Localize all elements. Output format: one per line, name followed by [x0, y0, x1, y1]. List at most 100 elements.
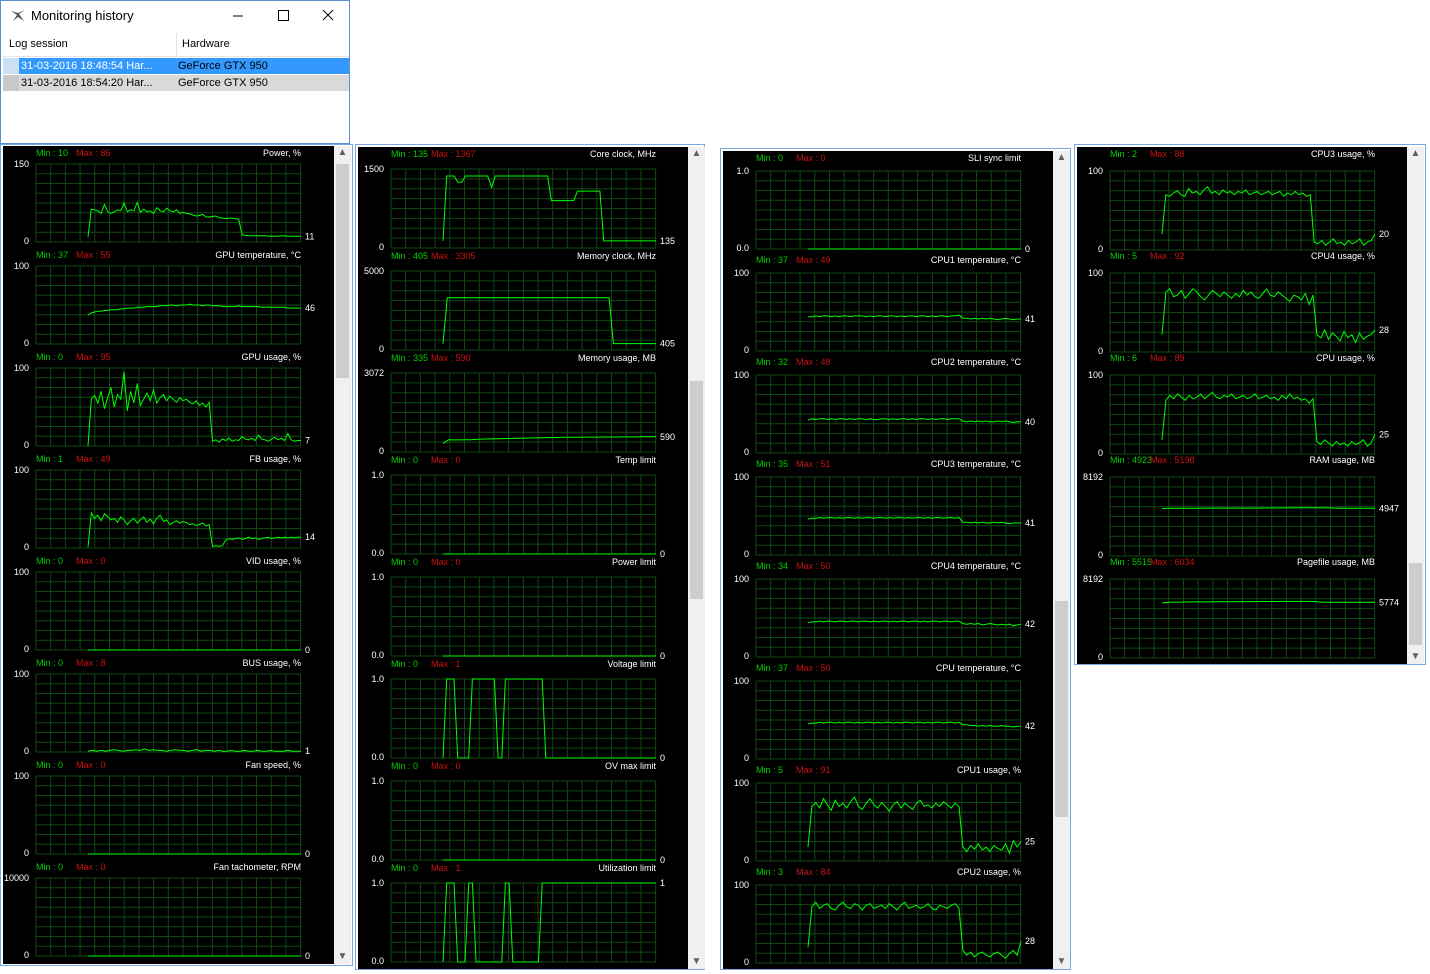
graph-2-6: Min : 5 Max : 91 CPU1 usage, % 100 0 25	[734, 765, 1035, 865]
scroll-down-icon[interactable]: ▼	[688, 955, 705, 969]
graph-title: SLI sync limit	[968, 153, 1022, 163]
column-header-hardware[interactable]: Hardware	[182, 38, 230, 50]
current-value-label: 590	[660, 432, 675, 442]
graph-title: CPU2 temperature, °C	[931, 357, 1022, 367]
graph-0-1: Min : 37 Max : 55 GPU temperature, °C 100 0 4…	[14, 250, 315, 348]
max-label: Max : 0	[431, 455, 461, 465]
y-axis-bottom-label: 0	[24, 440, 29, 450]
monitoring-history-window: Monitoring history Log session Hardware …	[0, 0, 350, 144]
graph-2-4: Min : 34 Max : 50 CPU4 temperature, °C 100 0…	[734, 561, 1035, 661]
list-header: Log session Hardware	[3, 32, 349, 57]
list-item-session-2[interactable]: 31-03-2016 18:54:20 Har... GeForce GTX 9…	[3, 75, 349, 91]
y-axis-top-label: 1500	[364, 164, 384, 174]
clocks-panel-scrollbar[interactable]: ▲ ▼	[688, 147, 705, 969]
y-axis-top-label: 1.0	[736, 166, 749, 176]
min-label: Min : 0	[391, 659, 418, 669]
series-line	[807, 901, 1022, 959]
y-axis-top-label: 100	[734, 370, 749, 380]
cpu-panel-scrollbar[interactable]: ▲ ▼	[1053, 151, 1070, 969]
graph-0-2: Min : 0 Max : 95 GPU usage, % 100 0 7	[14, 352, 310, 450]
graph-title: FB usage, %	[249, 454, 301, 464]
y-axis-top-label: 8192	[1083, 574, 1103, 584]
scroll-up-icon[interactable]: ▲	[688, 147, 705, 161]
gpu-graph-panel-frame: Min : 10 Max : 86 Power, % 150 0 11 Min : 37 Ma…	[0, 144, 353, 966]
min-label: Min : 37	[756, 255, 788, 265]
max-label: Max : 50	[796, 561, 831, 571]
current-value-label: 0	[305, 645, 310, 655]
scroll-down-icon[interactable]: ▼	[1053, 955, 1070, 969]
scroll-thumb[interactable]	[1409, 563, 1422, 645]
clocks-graph-panel[interactable]: Min : 135 Max : 1367 Core clock, MHz 1500 0 1…	[358, 147, 688, 969]
system-panel-scrollbar[interactable]: ▲ ▼	[1407, 147, 1424, 664]
scroll-down-icon[interactable]: ▼	[1407, 650, 1424, 664]
graph-1-4: Min : 0 Max : 0 Power limit 1.0 0.0 0	[371, 557, 665, 661]
gpu-panel-scrollbar[interactable]: ▲ ▼	[334, 146, 351, 964]
y-axis-bottom-label: 0	[1098, 652, 1103, 662]
y-axis-top-label: 100	[734, 880, 749, 890]
max-label: Max : 0	[796, 153, 826, 163]
y-axis-top-label: 3072	[364, 368, 384, 378]
hardware-label: GeForce GTX 950	[178, 60, 268, 72]
system-graph-panel[interactable]: Min : 2 Max : 88 CPU3 usage, % 100 0 20 Min : …	[1077, 147, 1407, 664]
scroll-thumb[interactable]	[690, 381, 703, 599]
minimize-button[interactable]	[215, 1, 261, 31]
max-label: Max : 49	[76, 454, 111, 464]
min-label: Min : 335	[391, 353, 428, 363]
max-label: Max : 84	[796, 867, 831, 877]
max-label: Max : 1367	[431, 149, 476, 159]
column-divider[interactable]	[176, 32, 177, 56]
y-axis-top-label: 100	[734, 268, 749, 278]
scroll-thumb[interactable]	[1055, 601, 1068, 817]
close-button[interactable]	[305, 1, 351, 31]
min-label: Min : 0	[36, 862, 63, 872]
graph-title: CPU2 usage, %	[957, 867, 1021, 877]
graph-title: OV max limit	[605, 761, 657, 771]
min-label: Min : 0	[391, 761, 418, 771]
y-axis-bottom-label: 0	[1098, 448, 1103, 458]
gpu-graph-panel[interactable]: Min : 10 Max : 86 Power, % 150 0 11 Min : 37 Ma…	[3, 146, 334, 964]
series-line	[807, 620, 1022, 627]
current-value-label: 40	[1025, 417, 1035, 427]
graph-title: BUS usage, %	[242, 658, 301, 668]
max-label: Max : 95	[76, 352, 111, 362]
y-axis-bottom-label: 0	[1098, 550, 1103, 560]
maximize-button[interactable]	[261, 1, 307, 31]
max-label: Max : 86	[76, 148, 111, 158]
cpu-graph-panel[interactable]: Min : 0 Max : 0 SLI sync limit 1.0 0.0 0 Min :…	[723, 151, 1053, 969]
y-axis-bottom-label: 0.0	[371, 956, 384, 966]
scroll-down-icon[interactable]: ▼	[334, 950, 351, 964]
log-session-list[interactable]: Log session Hardware 31-03-2016 18:48:54…	[3, 32, 349, 142]
graph-title: CPU1 usage, %	[957, 765, 1021, 775]
scroll-up-icon[interactable]: ▲	[1407, 147, 1424, 161]
title-bar[interactable]: Monitoring history	[1, 1, 349, 31]
y-axis-bottom-label: 0.0	[371, 752, 384, 762]
y-axis-bottom-label: 0	[24, 236, 29, 246]
scroll-thumb[interactable]	[336, 164, 349, 378]
y-axis-top-label: 100	[734, 676, 749, 686]
series-line	[807, 721, 1021, 728]
list-item-session-1[interactable]: 31-03-2016 18:48:54 Har... GeForce GTX 9…	[3, 58, 349, 74]
min-label: Min : 35	[756, 459, 788, 469]
series-line	[1161, 391, 1376, 447]
graph-2-1: Min : 37 Max : 49 CPU1 temperature, °C 100 0…	[734, 255, 1035, 355]
min-label: Min : 10	[36, 148, 68, 158]
min-label: Min : 37	[36, 250, 68, 260]
column-header-log-session[interactable]: Log session	[9, 38, 68, 50]
y-axis-bottom-label: 0	[744, 549, 749, 559]
current-value-label: 20	[1379, 229, 1389, 239]
graph-1-1: Min : 405 Max : 3305 Memory clock, MHz 5000…	[364, 251, 675, 354]
y-axis-bottom-label: 0	[24, 542, 29, 552]
y-axis-top-label: 100	[734, 472, 749, 482]
max-label: Max : 89	[1150, 353, 1185, 363]
series-line	[807, 517, 1021, 525]
max-label: Max : 55	[76, 250, 111, 260]
row-indicator	[3, 75, 19, 91]
graph-title: Temp limit	[615, 455, 656, 465]
graph-title: CPU usage, %	[1316, 353, 1375, 363]
y-axis-top-label: 5000	[364, 266, 384, 276]
y-axis-bottom-label: 0	[744, 957, 749, 967]
graph-title: Pagefile usage, MB	[1297, 557, 1375, 567]
max-label: Max : 8	[76, 658, 106, 668]
scroll-up-icon[interactable]: ▲	[334, 146, 351, 160]
scroll-up-icon[interactable]: ▲	[1053, 151, 1070, 165]
